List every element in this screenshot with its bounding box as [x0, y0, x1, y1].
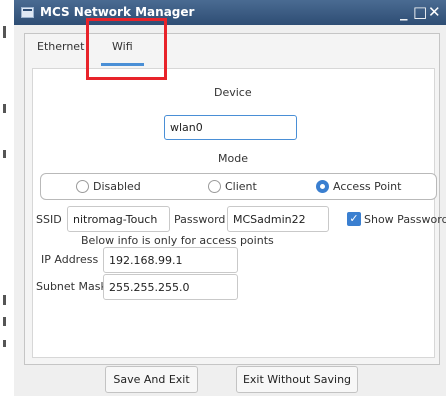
restore-icon[interactable]: □: [413, 2, 427, 22]
show-password-checkbox[interactable]: ✓: [347, 212, 361, 226]
subnet-mask-label: Subnet Mask: [36, 280, 107, 293]
app-icon: [21, 7, 34, 18]
show-password-label[interactable]: Show Password: [364, 213, 446, 226]
ip-address-input[interactable]: [103, 247, 238, 273]
network-manager-window: MCS Network Manager _ □ ✕ Ethernet Wifi …: [14, 0, 446, 396]
tab-ethernet[interactable]: Ethernet: [37, 40, 84, 53]
save-and-exit-button[interactable]: Save And Exit: [105, 366, 198, 393]
radio-button[interactable]: [76, 180, 89, 193]
exit-without-saving-button[interactable]: Exit Without Saving: [236, 366, 358, 393]
device-label: Device: [214, 86, 252, 99]
tab-selected-indicator: [101, 63, 144, 66]
password-input[interactable]: [227, 206, 329, 232]
password-label: Password: [174, 213, 226, 226]
desktop-fragment: [3, 340, 6, 347]
mode-option-label: Access Point: [333, 180, 402, 193]
close-icon[interactable]: ✕: [428, 2, 441, 22]
subnet-mask-input[interactable]: [103, 274, 238, 300]
device-input[interactable]: [164, 115, 297, 140]
desktop-fragment: [3, 295, 6, 305]
desktop-fragment: [3, 317, 6, 326]
mode-option-label: Disabled: [93, 180, 141, 193]
window-title: MCS Network Manager: [40, 5, 195, 19]
desktop-fragment: [3, 26, 6, 38]
mode-label: Mode: [218, 152, 248, 165]
radio-button[interactable]: [208, 180, 221, 193]
mode-option-label: Client: [225, 180, 257, 193]
ssid-label: SSID: [36, 213, 62, 226]
desktop-fragment: [3, 150, 6, 158]
title-bar[interactable]: MCS Network Manager _ □ ✕: [14, 0, 446, 25]
access-point-note: Below info is only for access points: [81, 234, 274, 247]
minimize-icon[interactable]: _: [400, 2, 408, 22]
desktop-background: [0, 0, 14, 396]
radio-button-selected[interactable]: [316, 180, 329, 193]
tab-wifi[interactable]: Wifi: [112, 40, 133, 53]
ssid-input[interactable]: [67, 206, 170, 232]
ip-address-label: IP Address: [41, 253, 99, 266]
desktop-fragment: [3, 104, 6, 113]
